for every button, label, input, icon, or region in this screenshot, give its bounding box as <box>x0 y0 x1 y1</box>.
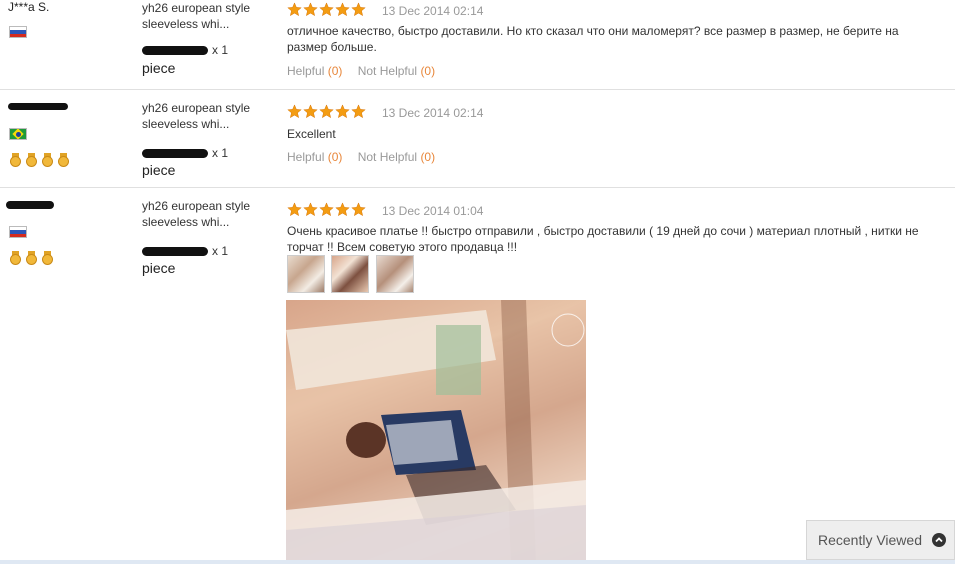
star-icon <box>319 2 334 17</box>
buyer-level-medals <box>10 251 53 265</box>
medal-icon <box>58 153 69 167</box>
review-date: 13 Dec 2014 01:04 <box>382 204 484 218</box>
star-icon <box>303 104 318 119</box>
quantity: x 1 <box>142 42 228 58</box>
redacted-price <box>142 149 208 159</box>
review-date: 13 Dec 2014 02:14 <box>382 106 484 120</box>
star-icon <box>287 202 302 217</box>
medal-icon <box>10 251 21 265</box>
star-icon <box>303 202 318 217</box>
review-photo-thumbnail[interactable] <box>331 255 369 293</box>
bottom-divider <box>0 560 955 564</box>
star-icon <box>351 104 366 119</box>
product-name-link[interactable]: yh26 european style sleeveless whi... <box>142 0 262 32</box>
review-photo-thumbnail[interactable] <box>287 255 325 293</box>
review-text: Очень красивое платье !! быстро отправил… <box>287 224 919 254</box>
star-icon <box>351 202 366 217</box>
medal-icon <box>26 251 37 265</box>
not-helpful-button[interactable]: Not Helpful (0) <box>358 150 435 164</box>
review-text: Excellent <box>287 127 336 141</box>
star-icon <box>287 2 302 17</box>
star-icon <box>287 104 302 119</box>
helpful-button[interactable]: Helpful (0) <box>287 64 342 78</box>
review-text: отличное качество, быстро доставили. Но … <box>287 24 899 54</box>
quantity: x 1 <box>142 243 228 259</box>
review-date: 13 Dec 2014 02:14 <box>382 4 484 18</box>
rating-stars <box>287 2 366 17</box>
rating-stars <box>287 104 366 119</box>
product-name-link[interactable]: yh26 european style sleeveless whi... <box>142 198 262 230</box>
recently-viewed-label: Recently Viewed <box>817 532 922 548</box>
product-name-link[interactable]: yh26 european style sleeveless whi... <box>142 100 262 132</box>
recently-viewed-button[interactable]: Recently Viewed <box>806 520 955 560</box>
medal-icon <box>26 153 37 167</box>
quantity-unit: piece <box>142 60 176 76</box>
buyer-level-medals <box>10 153 69 167</box>
star-icon <box>319 202 334 217</box>
quantity: x 1 <box>142 145 228 161</box>
buyer-name: J***a S. <box>8 0 50 14</box>
review-item: J***a S. yh26 european style sleeveless … <box>0 0 955 90</box>
redacted-buyer-name <box>6 201 54 209</box>
medal-icon <box>42 251 53 265</box>
star-icon <box>351 2 366 17</box>
russia-flag-icon <box>9 26 27 38</box>
russia-flag-icon <box>9 226 27 238</box>
helpful-button[interactable]: Helpful (0) <box>287 150 342 164</box>
quantity-unit: piece <box>142 260 176 276</box>
review-item: yh26 european style sleeveless whi... x … <box>0 89 955 188</box>
review-photo-illustration <box>286 300 586 564</box>
review-photo-thumbnail[interactable] <box>376 255 414 293</box>
chevron-up-circle-icon <box>932 533 946 547</box>
redacted-price <box>142 247 208 257</box>
star-icon <box>335 2 350 17</box>
rating-stars <box>287 202 366 217</box>
not-helpful-button[interactable]: Not Helpful (0) <box>358 64 435 78</box>
helpful-votes: Helpful (0) Not Helpful (0) <box>287 150 447 164</box>
star-icon <box>319 104 334 119</box>
redacted-buyer-name <box>8 103 68 110</box>
star-icon <box>335 104 350 119</box>
redacted-price <box>142 46 208 56</box>
brazil-flag-icon <box>9 128 27 140</box>
helpful-votes: Helpful (0) Not Helpful (0) <box>287 64 447 78</box>
medal-icon <box>42 153 53 167</box>
star-icon <box>303 2 318 17</box>
star-icon <box>335 202 350 217</box>
quantity-unit: piece <box>142 162 176 178</box>
review-photo-large[interactable] <box>286 300 586 564</box>
medal-icon <box>10 153 21 167</box>
